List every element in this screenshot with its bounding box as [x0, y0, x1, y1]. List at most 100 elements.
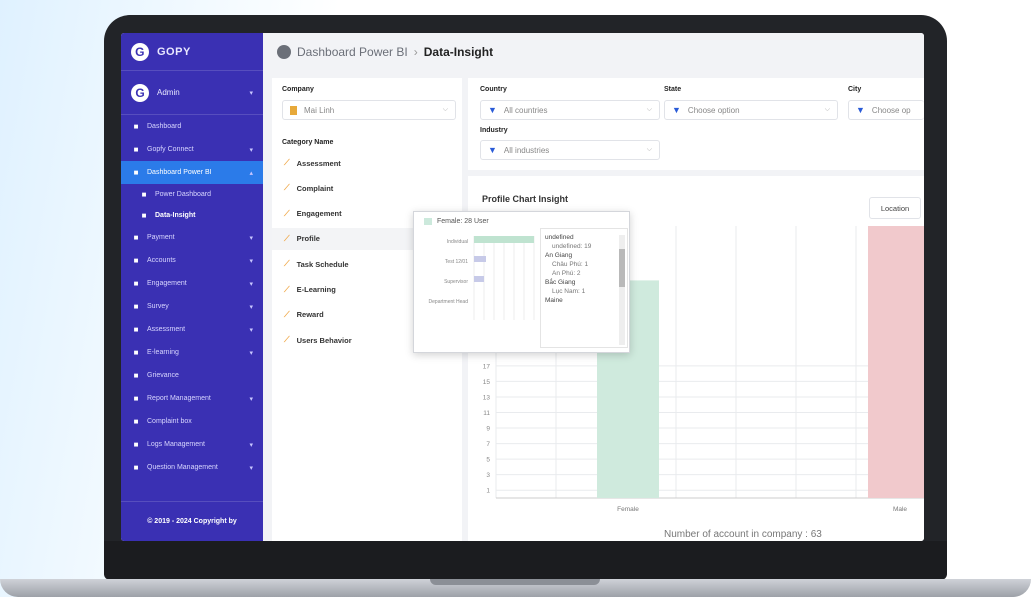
city-select[interactable]: ▼ Choose op	[848, 100, 924, 120]
building-icon	[290, 105, 297, 115]
sidebar-item[interactable]: ■ Dashboard Power BI ▴	[121, 161, 263, 184]
file-icon: ■	[133, 440, 139, 449]
sidebar-item[interactable]: ■ Dashboard	[121, 115, 263, 138]
line-chart-icon: ⟋	[284, 183, 290, 193]
location-list-item: An Phú: 2	[552, 270, 581, 277]
sidebar-item-label: Complaint box	[147, 418, 192, 425]
y-tick-label: 13	[483, 394, 491, 401]
company-value: Mai Linh	[304, 105, 335, 115]
category-label: Reward	[296, 310, 324, 320]
country-select[interactable]: ▼ All countries ⌵	[480, 100, 660, 120]
sidebar-item[interactable]: ■ Assessment ▾	[121, 318, 263, 341]
category-item[interactable]: ⟋ Assessment	[284, 158, 341, 168]
sidebar-item[interactable]: ■ Gopfy Connect ▾	[121, 138, 263, 161]
list-icon: ■	[133, 302, 139, 311]
filter-icon: ▼	[488, 145, 497, 155]
category-item[interactable]: ⟋ Engagement	[284, 209, 342, 219]
laptop-base	[0, 579, 1031, 597]
sidebar-item-label: Assessment	[147, 326, 186, 333]
x-tick-label: Female	[617, 506, 639, 513]
sidebar-item-label: Engagement	[147, 280, 187, 287]
sidebar-item-label: Dashboard	[147, 123, 182, 130]
graduation-icon: ■	[133, 348, 139, 357]
country-label: Country	[480, 86, 507, 93]
mini-bar	[474, 276, 484, 282]
grid-icon: ■	[141, 190, 147, 199]
chevron-down-icon: ▾	[249, 280, 253, 288]
chevron-down-icon: ⌵	[824, 106, 830, 113]
chevron-down-icon: ▾	[249, 395, 253, 403]
category-item[interactable]: ⟋ Users Behavior	[284, 335, 352, 345]
sidebar-item-label: Question Management	[147, 464, 218, 471]
y-tick-label: 17	[483, 363, 491, 370]
sidebar-item[interactable]: ■ Accounts ▾	[121, 249, 263, 272]
list-icon: ■	[133, 256, 139, 265]
mini-category-label: Supervisor	[444, 279, 468, 285]
sidebar-item[interactable]: ■ Survey ▾	[121, 295, 263, 318]
location-list-item: Bắc Giang	[545, 279, 576, 286]
category-item[interactable]: ⟋ Task Schedule	[284, 259, 349, 269]
industry-select[interactable]: ▼ All industries ⌵	[480, 140, 660, 160]
tooltip-legend: Female: 28 User	[424, 218, 489, 225]
category-item[interactable]: ⟋ Reward	[284, 310, 324, 320]
y-tick-label: 3	[486, 472, 490, 479]
mini-bar-chart: Individual Test 12/01 Supervisor Department…	[429, 236, 535, 320]
scrollbar-thumb[interactable]	[619, 249, 625, 287]
location-list-item: undefined: 19	[552, 243, 592, 250]
sidebar-item[interactable]: ■ Report Management ▾	[121, 387, 263, 410]
category-item[interactable]: ⟋ E-Learning	[284, 285, 336, 295]
sidebar-item[interactable]: ■ Complaint box	[121, 410, 263, 433]
mini-bar	[474, 256, 486, 262]
company-select[interactable]: Mai Linh ⌵	[282, 100, 456, 120]
category-label: E-Learning	[296, 285, 336, 294]
filter-icon: ▼	[672, 105, 681, 115]
mini-bar	[474, 236, 534, 243]
sidebar-item-label: Grievance	[147, 372, 179, 379]
filter-icon: ▼	[856, 105, 865, 115]
breadcrumb-parent[interactable]: Dashboard Power BI	[297, 45, 408, 59]
sidebar-item-label: Data-Insight	[155, 212, 196, 219]
sidebar-item[interactable]: ■ Logs Management ▾	[121, 433, 263, 456]
mini-category-label: Department Head	[429, 299, 469, 305]
user-menu[interactable]: G Admin ▾	[121, 71, 263, 115]
user-circle-icon: ■	[141, 211, 147, 220]
category-title: Category Name	[282, 139, 334, 146]
location-list-item: undefined	[545, 234, 574, 241]
state-select[interactable]: ▼ Choose option ⌵	[664, 100, 838, 120]
chevron-down-icon: ⌵	[442, 106, 448, 113]
brand-logo[interactable]: G GOPY	[121, 33, 263, 71]
chevron-down-icon: ▾	[249, 464, 253, 472]
bar-male	[868, 226, 924, 498]
chevron-down-icon: ⌵	[646, 146, 652, 153]
bank-icon: ■	[133, 463, 139, 472]
list-icon: ■	[133, 325, 139, 334]
sidebar-item[interactable]: ■ E-learning ▾	[121, 341, 263, 364]
x-tick-label: Male	[893, 506, 907, 513]
sidebar-item[interactable]: ■ Data-Insight	[121, 205, 263, 226]
line-chart-icon: ⟋	[284, 233, 290, 243]
category-label: Engagement	[296, 209, 342, 219]
category-label: Complaint	[296, 183, 334, 193]
breadcrumb-current: Data-Insight	[423, 45, 494, 59]
chevron-down-icon: ▾	[249, 441, 253, 449]
sidebar-item-label: Dashboard Power BI	[147, 169, 212, 176]
sidebar-item-label: Power Dashboard	[155, 191, 212, 198]
location-list[interactable]: undefined undefined: 19 An Giang Châu Phú: …	[540, 228, 628, 348]
country-value: All countries	[503, 105, 548, 115]
card-icon: ■	[133, 233, 139, 242]
sidebar-item[interactable]: ■ Payment ▾	[121, 226, 263, 249]
scrollbar[interactable]	[619, 235, 625, 345]
sidebar-item[interactable]: ■ Power Dashboard	[121, 184, 263, 205]
chevron-down-icon: ▾	[249, 234, 253, 242]
sidebar-item[interactable]: ■ Question Management ▾	[121, 456, 263, 479]
chevron-down-icon: ▾	[249, 303, 253, 311]
sidebar-item[interactable]: ■ Engagement ▾	[121, 272, 263, 295]
sidebar-menu: ■ Dashboard ■ Gopfy Connect ▾ ■ Dashboard Powe…	[121, 115, 263, 479]
location-list-item: Lục Nam: 1	[552, 288, 586, 295]
sidebar-item-label: E-learning	[147, 349, 179, 356]
location-list-item: Châu Phú: 1	[552, 261, 589, 268]
category-item[interactable]: ⟋ Complaint	[284, 183, 333, 193]
screen: G GOPY G Admin ▾ ■ Dashboard ■ Gopfy Connec…	[121, 33, 924, 541]
sidebar-item[interactable]: ■ Grievance	[121, 364, 263, 387]
sidebar-item-label: Report Management	[147, 395, 211, 402]
